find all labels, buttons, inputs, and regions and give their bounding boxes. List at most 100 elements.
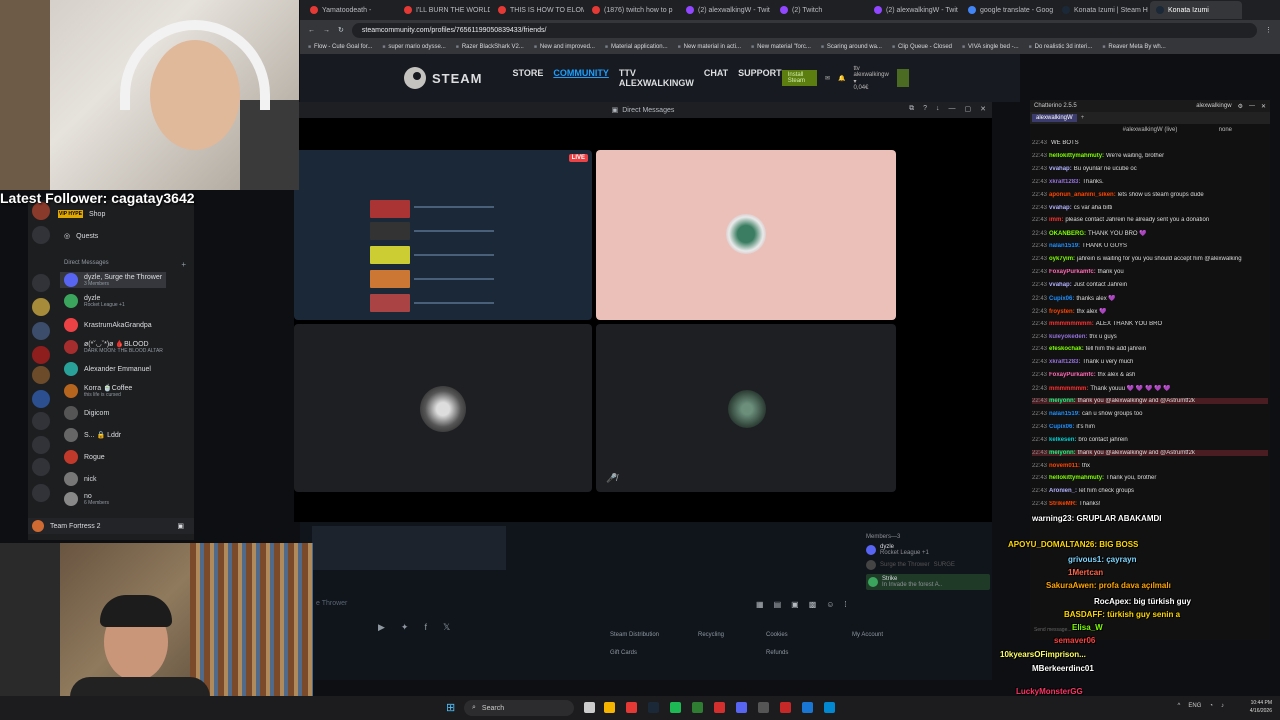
task-view-icon[interactable] <box>584 702 595 713</box>
participant-tile[interactable]: 🎤̸ <box>596 324 896 492</box>
bookmark-item[interactable]: Do realistic 3d interi... <box>1029 44 1093 50</box>
reload-icon[interactable]: ↻ <box>338 26 344 34</box>
screen-share-icon[interactable]: ▣ <box>177 522 184 530</box>
back-icon[interactable]: ← <box>308 27 315 34</box>
footer-link-recycling[interactable]: Recycling <box>698 632 724 638</box>
close-icon[interactable]: ✕ <box>980 105 986 113</box>
dm-item[interactable]: Korra 🍵Coffee this life is cursed <box>64 384 132 398</box>
nav-support[interactable]: SUPPORT <box>738 68 782 88</box>
browser-tab[interactable]: Yamatoodeath - <box>304 1 396 19</box>
minimize-icon[interactable]: — <box>949 105 956 113</box>
notifications-icon[interactable]: ✉ <box>825 75 830 82</box>
help-icon[interactable]: ? <box>923 105 927 113</box>
screen-icon[interactable]: ▤ <box>774 600 782 609</box>
footer-link-account[interactable]: My Account <box>852 632 883 638</box>
app-icon[interactable] <box>802 702 813 713</box>
footer-link-cookies[interactable]: Cookies <box>766 632 788 638</box>
server-icon[interactable] <box>32 274 50 292</box>
server-icon[interactable] <box>32 366 50 384</box>
emoji-icon[interactable]: ☺ <box>826 600 834 609</box>
youtube-icon[interactable]: ▶ <box>378 622 385 633</box>
bookmark-item[interactable]: Clip Queue - Closed <box>892 44 952 50</box>
app-icon[interactable] <box>714 702 725 713</box>
taskbar-search[interactable]: ⌕ Search <box>464 700 574 716</box>
account-name[interactable]: alexwalkingw <box>1196 103 1231 109</box>
clock[interactable]: 10:44 PM 4/16/2026 <box>1250 699 1272 715</box>
steam-icon[interactable] <box>648 702 659 713</box>
dm-item[interactable]: Digicom <box>64 406 109 420</box>
app-icon[interactable] <box>758 702 769 713</box>
install-steam-button[interactable]: Install Steam <box>781 70 817 86</box>
dm-item[interactable]: dyzle Rocket League +1 <box>64 294 125 308</box>
add-tab-icon[interactable]: + <box>1081 115 1085 121</box>
avatar[interactable] <box>896 69 909 87</box>
account-menu[interactable]: ttv alexwalkingw ▾ <box>853 66 888 85</box>
nav-profile[interactable]: TTV ALEXWALKINGW <box>619 68 694 88</box>
bookmark-item[interactable]: New and improved... <box>534 44 595 50</box>
browser-icon[interactable] <box>626 702 637 713</box>
language-indicator[interactable]: ENG <box>1188 703 1201 709</box>
browser-tab[interactable]: (1876) twitch how to p <box>586 1 678 19</box>
browser-tab[interactable]: I'LL BURN THE WORLD <box>398 1 490 19</box>
wifi-icon[interactable]: ◔ <box>1209 703 1213 709</box>
bookmark-item[interactable]: Material application... <box>605 44 668 50</box>
dm-item[interactable]: ø(*ˇ◡ˇ*)ø 🩸BLOOD DARK MOON: THE BLOOD ALT… <box>64 340 163 354</box>
footer-link-refunds[interactable]: Refunds <box>766 650 788 656</box>
browser-tab[interactable]: Konata Izumi <box>1150 1 1242 19</box>
chat-input[interactable]: Send message... <box>1030 624 1270 636</box>
bluesky-icon[interactable]: ✦ <box>401 622 409 633</box>
bookmark-item[interactable]: Scaring around wa... <box>821 44 882 50</box>
dm-item[interactable]: nick <box>64 472 96 486</box>
discord-icon[interactable] <box>736 702 747 713</box>
gift-icon[interactable]: ▩ <box>809 600 817 609</box>
server-icon[interactable] <box>32 412 50 430</box>
chevron-up-icon[interactable]: ^ <box>1178 703 1181 709</box>
dm-item[interactable]: dyzle, Surge the Thrower 3 Members <box>60 272 167 288</box>
app-icon[interactable] <box>692 702 703 713</box>
bookmark-item[interactable]: Reaver Meta By wh... <box>1102 44 1165 50</box>
grid-icon[interactable]: ▦ <box>756 600 764 609</box>
nav-chat[interactable]: CHAT <box>704 68 728 88</box>
extensions-icon[interactable]: ⋮ <box>1265 26 1272 34</box>
dm-item[interactable]: no 6 Members <box>64 492 109 506</box>
bookmark-item[interactable]: Razer BlackShark V2... <box>456 44 524 50</box>
app-icon[interactable] <box>824 702 835 713</box>
browser-tab[interactable]: (2) alexwalkingW - Twit <box>868 1 960 19</box>
browser-tab[interactable]: THIS IS HOW TO ELOM <box>492 1 584 19</box>
forward-icon[interactable]: → <box>323 27 330 34</box>
dm-item[interactable]: S... 🔒 Lddr <box>64 428 121 442</box>
popout-icon[interactable]: ⧉ <box>909 105 914 113</box>
facebook-icon[interactable]: f <box>424 622 427 633</box>
start-icon[interactable]: ⊞ <box>446 701 455 714</box>
participant-tile[interactable] <box>294 324 592 492</box>
spotify-icon[interactable] <box>670 702 681 713</box>
nav-store[interactable]: STORE <box>513 68 544 88</box>
browser-tab[interactable]: (2) alexwalkingW - Twit <box>680 1 772 19</box>
tab-channel[interactable]: alexwalkingW <box>1032 114 1077 122</box>
camera-icon[interactable]: ▣ <box>791 600 799 609</box>
member-item[interactable]: Strike In Invade the forest A.. <box>866 574 990 590</box>
bookmark-item[interactable]: New material "forc... <box>751 44 811 50</box>
screen-share-tile[interactable]: LIVE <box>294 150 592 320</box>
browser-tab[interactable]: Konata Izumi | Steam Ht <box>1056 1 1148 19</box>
apps-icon[interactable]: ⁞ <box>844 600 846 609</box>
footer-link-distribution[interactable]: Steam Distribution <box>610 632 659 638</box>
dm-item[interactable]: Alexander Emmanuel <box>64 362 151 376</box>
app-icon[interactable] <box>780 702 791 713</box>
file-explorer-icon[interactable] <box>604 702 615 713</box>
dm-item[interactable]: Rogue <box>64 450 105 464</box>
server-icon[interactable] <box>32 322 50 340</box>
bookmark-item[interactable]: super mario odysse... <box>382 44 445 50</box>
server-icon[interactable] <box>32 390 50 408</box>
add-dm-icon[interactable]: + <box>181 260 186 269</box>
x-icon[interactable]: 𝕏 <box>443 622 450 633</box>
member-item[interactable]: Surge the Thrower SURGE <box>866 560 990 570</box>
bookmark-item[interactable]: Flow - Cute Goal for... <box>308 44 372 50</box>
server-icon[interactable] <box>32 436 50 454</box>
footer-link-giftcards[interactable]: Gift Cards <box>610 650 637 656</box>
member-item[interactable]: dyzle Rocket League +1 <box>866 544 990 556</box>
server-icon[interactable] <box>32 346 50 364</box>
settings-icon[interactable]: ⚙ <box>1238 103 1243 110</box>
server-icon[interactable] <box>32 298 50 316</box>
quests-link[interactable]: ◎ Quests <box>64 232 98 241</box>
